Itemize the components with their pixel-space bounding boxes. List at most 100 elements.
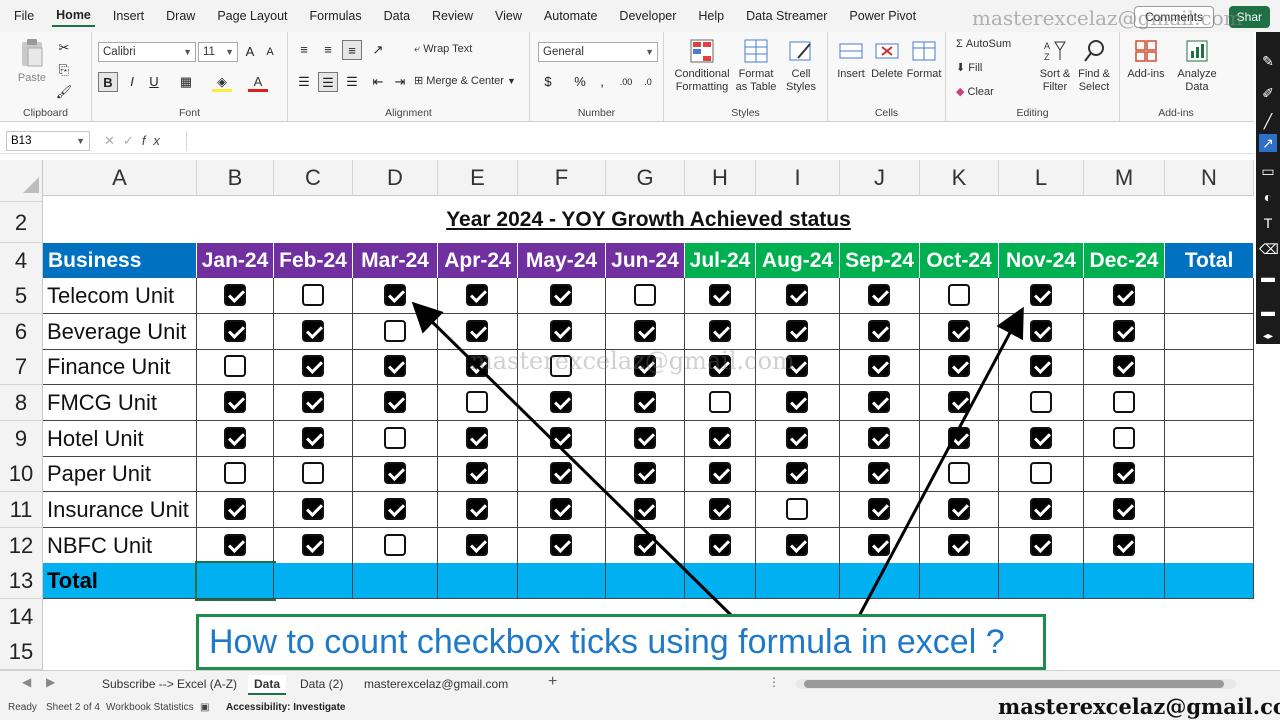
total-cell[interactable]	[438, 563, 518, 599]
checkbox-checked[interactable]	[633, 320, 656, 342]
italic-button[interactable]: I	[122, 72, 142, 92]
checkbox-checked[interactable]	[708, 427, 731, 449]
checkbox-checked[interactable]	[947, 498, 970, 520]
tab-data-2[interactable]: Data (2)	[294, 675, 349, 695]
cancel-icon[interactable]: ✕	[104, 133, 123, 148]
column-header-k[interactable]: K	[920, 160, 999, 196]
checkbox-checked[interactable]	[633, 391, 656, 413]
align-left-icon[interactable]: ☰	[294, 72, 314, 92]
checkbox-unchecked[interactable]	[383, 320, 406, 342]
tab-email[interactable]: masterexcelaz@gmail.com	[358, 675, 514, 695]
business-unit-name[interactable]: FMCG Unit	[43, 385, 197, 421]
increase-indent-icon[interactable]: ⇥	[390, 72, 410, 92]
eraser-tool-icon[interactable]: ⌫	[1259, 240, 1279, 258]
table-cell[interactable]	[1165, 314, 1254, 350]
checkbox-checked[interactable]	[633, 498, 656, 520]
rectangle-tool-icon[interactable]: ▭	[1259, 162, 1277, 180]
checkbox-checked[interactable]	[223, 498, 246, 520]
column-header-c[interactable]: C	[274, 160, 353, 196]
table-cell[interactable]	[1165, 492, 1254, 528]
clear-button[interactable]: ◆ Clear	[956, 86, 994, 99]
checkbox-checked[interactable]	[868, 498, 890, 520]
menu-formulas[interactable]: Formulas	[306, 7, 366, 25]
checkbox-checked[interactable]	[947, 391, 970, 413]
checkbox-checked[interactable]	[223, 534, 246, 556]
autosum-button[interactable]: Σ AutoSum	[956, 38, 1011, 51]
font-size-select[interactable]: 11 ▼	[198, 42, 238, 62]
align-middle-icon[interactable]: ≡	[318, 40, 338, 60]
enter-icon[interactable]: ✓	[123, 133, 142, 148]
checkbox-checked[interactable]	[786, 284, 808, 306]
total-cell[interactable]	[353, 563, 438, 599]
checkbox-checked[interactable]	[708, 462, 731, 484]
row-header-8[interactable]: 8	[0, 385, 43, 421]
checkbox-checked[interactable]	[223, 284, 246, 306]
copy-icon[interactable]: ⎘	[54, 60, 74, 80]
checkbox-unchecked[interactable]	[301, 284, 324, 306]
checkbox-checked[interactable]	[868, 534, 890, 556]
decrease-indent-icon[interactable]: ⇤	[368, 72, 388, 92]
clear-tool-icon[interactable]: ▬	[1259, 268, 1277, 286]
line-width-icon[interactable]: ▬	[1259, 302, 1277, 320]
name-box[interactable]: B13 ▼	[6, 131, 90, 151]
collapse-icon[interactable]: ◂▸	[1259, 328, 1277, 346]
column-header-l[interactable]: L	[999, 160, 1084, 196]
checkbox-checked[interactable]	[223, 391, 246, 413]
checkbox-unchecked[interactable]	[1029, 391, 1052, 413]
marker-icon[interactable]: ✐	[1259, 84, 1277, 102]
currency-icon[interactable]: $	[538, 72, 558, 92]
table-cell[interactable]	[1165, 349, 1254, 385]
total-cell[interactable]	[999, 563, 1084, 599]
column-header-d[interactable]: D	[353, 160, 438, 196]
checkbox-unchecked[interactable]	[947, 462, 970, 484]
insert-cells-button[interactable]: Insert	[834, 38, 868, 81]
checkbox-unchecked[interactable]	[223, 462, 246, 484]
total-label-cell[interactable]: Total	[43, 563, 197, 599]
menu-file[interactable]: File	[10, 7, 38, 25]
macro-record-icon[interactable]: ▣	[200, 702, 209, 713]
tab-subscribe[interactable]: Subscribe --> Excel (A-Z)	[96, 675, 243, 695]
checkbox-checked[interactable]	[786, 320, 808, 342]
menu-automate[interactable]: Automate	[540, 7, 602, 25]
checkbox-unchecked[interactable]	[633, 284, 656, 306]
checkbox-checked[interactable]	[868, 320, 890, 342]
checkbox-checked[interactable]	[466, 462, 488, 484]
column-header-j[interactable]: J	[840, 160, 920, 196]
table-cell[interactable]	[1165, 421, 1254, 457]
checkbox-checked[interactable]	[301, 320, 324, 342]
checkbox-checked[interactable]	[947, 534, 970, 556]
column-header-b[interactable]: B	[197, 160, 274, 196]
checkbox-checked[interactable]	[301, 498, 324, 520]
column-header-n[interactable]: N	[1165, 160, 1254, 196]
business-unit-name[interactable]: Beverage Unit	[43, 314, 197, 350]
menu-data[interactable]: Data	[380, 7, 414, 25]
checkbox-checked[interactable]	[947, 320, 970, 342]
checkbox-checked[interactable]	[550, 462, 572, 484]
fx-icon[interactable]: fx	[142, 133, 168, 148]
fill-color-icon[interactable]: ◈	[212, 72, 232, 92]
checkbox-checked[interactable]	[383, 498, 406, 520]
table-cell[interactable]	[1165, 528, 1254, 564]
total-cell[interactable]	[756, 563, 840, 599]
prev-sheet-icon[interactable]: ◀	[22, 675, 31, 689]
checkbox-checked[interactable]	[786, 391, 808, 413]
total-cell[interactable]	[1084, 563, 1165, 599]
checkbox-checked[interactable]	[223, 427, 246, 449]
business-unit-name[interactable]: Finance Unit	[43, 349, 197, 385]
orientation-icon[interactable]: ↗	[368, 40, 388, 60]
checkbox-checked[interactable]	[708, 284, 731, 306]
checkbox-checked[interactable]	[301, 427, 324, 449]
wrap-text-button[interactable]: ⤶ Wrap Text	[414, 43, 472, 56]
total-cell[interactable]	[1165, 563, 1254, 599]
row-header-5[interactable]: 5	[0, 278, 43, 314]
checkbox-checked[interactable]	[786, 427, 808, 449]
checkbox-unchecked[interactable]	[786, 498, 808, 520]
checkbox-checked[interactable]	[633, 534, 656, 556]
checkbox-checked[interactable]	[466, 284, 488, 306]
menu-draw[interactable]: Draw	[162, 7, 199, 25]
active-cell-b13[interactable]	[195, 561, 276, 601]
table-cell[interactable]	[1165, 456, 1254, 492]
column-header-m[interactable]: M	[1084, 160, 1165, 196]
checkbox-checked[interactable]	[633, 427, 656, 449]
bold-button[interactable]: B	[98, 72, 118, 92]
